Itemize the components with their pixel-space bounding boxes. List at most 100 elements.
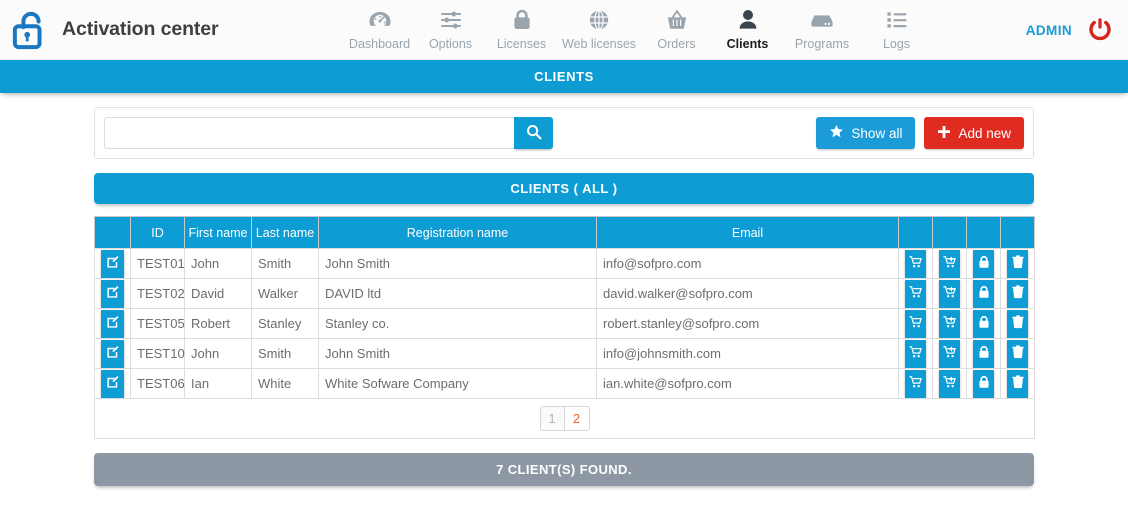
shopping-cart-icon xyxy=(909,315,923,332)
cart-button[interactable] xyxy=(905,339,926,368)
cell-last-name: Walker xyxy=(251,278,319,309)
shopping-cart-icon xyxy=(909,255,923,272)
delete-button[interactable] xyxy=(1007,309,1028,338)
row-action-cell xyxy=(932,338,967,369)
cart-plus-button[interactable] xyxy=(939,309,960,338)
nav-item-web-licenses[interactable]: Web licenses xyxy=(557,0,641,51)
cart-button[interactable] xyxy=(905,309,926,338)
lock-button[interactable] xyxy=(973,309,994,338)
header-right-actions: ADMIN xyxy=(1026,0,1114,60)
table-row: TEST06 Ian White White Sofware Company ian.w… xyxy=(94,368,1035,399)
table-row: TEST01 John Smith John Smith info@sofpro.com xyxy=(94,248,1035,279)
padlock-icon xyxy=(977,285,991,302)
row-edit-cell xyxy=(94,338,131,369)
app-header: Activation center Dashboard Options Lice… xyxy=(0,0,1128,60)
nav-label: Clients xyxy=(726,37,769,51)
table-row: TEST05 Robert Stanley Stanley co. robert.sta… xyxy=(94,308,1035,339)
nav-item-orders[interactable]: Orders xyxy=(641,0,712,51)
brand-title: Activation center xyxy=(62,18,219,40)
row-action-cell xyxy=(966,338,1001,369)
list-title-banner: CLIENTS ( ALL ) xyxy=(94,173,1034,204)
add-new-label: Add new xyxy=(958,125,1011,141)
cell-email: ian.white@sofpro.com xyxy=(596,368,899,399)
user-icon xyxy=(738,7,758,33)
page-title-banner: CLIENTS xyxy=(0,60,1128,93)
nav-label: Options xyxy=(428,37,473,51)
trash-icon xyxy=(1011,285,1025,302)
row-action-cell xyxy=(932,308,967,339)
edit-square-icon xyxy=(106,375,120,392)
nav-item-logs[interactable]: Logs xyxy=(861,0,932,51)
power-off-icon[interactable] xyxy=(1086,16,1114,44)
cart-button[interactable] xyxy=(905,369,926,398)
row-action-cell xyxy=(898,278,933,309)
cell-first-name: Robert xyxy=(184,308,252,339)
padlock-icon xyxy=(977,375,991,392)
edit-button[interactable] xyxy=(101,309,124,338)
row-edit-cell xyxy=(94,308,131,339)
delete-button[interactable] xyxy=(1007,279,1028,308)
edit-button[interactable] xyxy=(101,249,124,278)
cell-last-name: Smith xyxy=(251,338,319,369)
row-action-cell xyxy=(966,278,1001,309)
page-link-2[interactable]: 2 xyxy=(564,406,590,431)
lock-button[interactable] xyxy=(973,369,994,398)
col-header-action-3 xyxy=(966,216,1001,249)
cell-last-name: Stanley xyxy=(251,308,319,339)
lock-button[interactable] xyxy=(973,339,994,368)
row-action-cell xyxy=(966,308,1001,339)
edit-square-icon xyxy=(106,285,120,302)
nav-item-dashboard[interactable]: Dashboard xyxy=(344,0,415,51)
main-content: Show all Add new CLIENTS ( ALL ) ID Firs… xyxy=(0,93,1128,486)
cell-email: david.walker@sofpro.com xyxy=(596,278,899,309)
magnifier-icon xyxy=(526,124,542,143)
basket-icon xyxy=(666,7,688,33)
show-all-button[interactable]: Show all xyxy=(816,117,916,149)
trash-icon xyxy=(1011,255,1025,272)
cell-last-name: White xyxy=(251,368,319,399)
search-panel: Show all Add new xyxy=(94,107,1034,159)
nav-item-clients[interactable]: Clients xyxy=(712,0,783,51)
cart-plus-icon xyxy=(943,315,957,332)
lock-button[interactable] xyxy=(973,249,994,278)
row-action-cell xyxy=(932,248,967,279)
delete-button[interactable] xyxy=(1007,339,1028,368)
col-header-firstname: First name xyxy=(184,216,252,249)
nav-item-options[interactable]: Options xyxy=(415,0,486,51)
edit-button[interactable] xyxy=(101,279,124,308)
delete-button[interactable] xyxy=(1007,249,1028,278)
shopping-cart-icon xyxy=(909,375,923,392)
search-group xyxy=(104,117,553,149)
page-link-1[interactable]: 1 xyxy=(539,406,565,431)
row-action-cell xyxy=(1000,248,1035,279)
cart-button[interactable] xyxy=(905,249,926,278)
search-button[interactable] xyxy=(514,117,553,149)
cart-plus-button[interactable] xyxy=(939,249,960,278)
nav-item-licenses[interactable]: Licenses xyxy=(486,0,557,51)
edit-button[interactable] xyxy=(101,369,124,398)
star-icon xyxy=(829,124,844,142)
col-header-action-2 xyxy=(932,216,967,249)
cart-plus-button[interactable] xyxy=(939,369,960,398)
results-count-bar: 7 CLIENT(S) FOUND. xyxy=(94,453,1034,486)
sliders-icon xyxy=(439,7,463,33)
cell-registration-name: John Smith xyxy=(318,338,597,369)
lock-button[interactable] xyxy=(973,279,994,308)
cart-plus-button[interactable] xyxy=(939,279,960,308)
delete-button[interactable] xyxy=(1007,369,1028,398)
nav-item-programs[interactable]: Programs xyxy=(783,0,861,51)
add-new-button[interactable]: Add new xyxy=(924,117,1024,149)
cart-button[interactable] xyxy=(905,279,926,308)
search-input[interactable] xyxy=(104,117,514,149)
row-action-cell xyxy=(966,248,1001,279)
cart-plus-button[interactable] xyxy=(939,339,960,368)
row-action-cell xyxy=(1000,308,1035,339)
admin-link[interactable]: ADMIN xyxy=(1026,23,1072,38)
edit-button[interactable] xyxy=(101,339,124,368)
shopping-cart-icon xyxy=(909,345,923,362)
cell-registration-name: White Sofware Company xyxy=(318,368,597,399)
main-navigation: Dashboard Options Licenses Web licenses xyxy=(344,0,932,60)
col-header-action-1 xyxy=(898,216,933,249)
server-icon xyxy=(810,7,834,33)
row-action-cell xyxy=(932,278,967,309)
